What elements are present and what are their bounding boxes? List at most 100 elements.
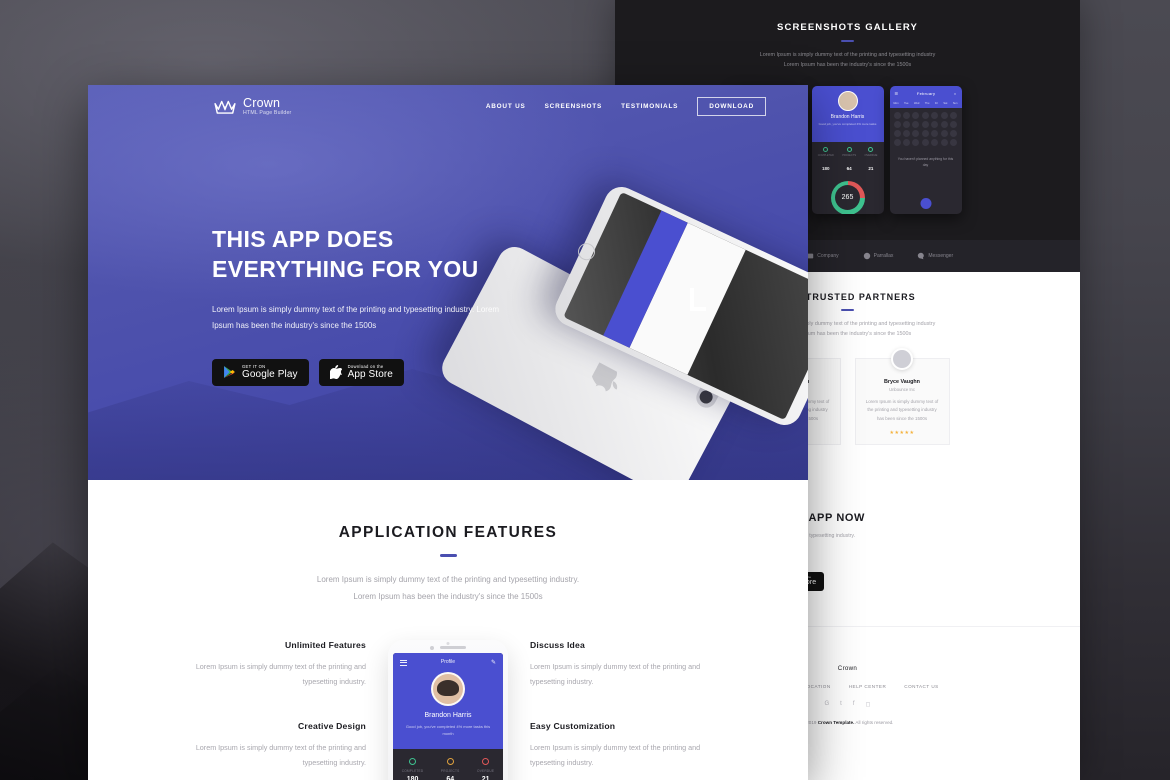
feature-title: Unlimited Features [285, 639, 366, 650]
edit-pencil-icon[interactable]: ✎ [491, 659, 496, 666]
features-heading: APPLICATION FEATURES Lorem Ipsum is simp… [88, 524, 808, 606]
google-play-icon [224, 366, 235, 379]
feature-unlimited-features: Unlimited Features Lorem Ipsum is simply… [176, 640, 366, 689]
calendar-day[interactable] [921, 120, 929, 128]
weekday: Wed [913, 101, 920, 105]
calendar-day[interactable] [902, 111, 910, 119]
testimonial-text: Lorem Ipsum is simply dummy text of the … [865, 398, 939, 422]
calendar-day[interactable] [912, 129, 920, 137]
calendar-day[interactable] [902, 138, 910, 146]
phone3-fab-button[interactable] [920, 197, 931, 209]
nav-item-about-us[interactable]: ABOUT US [486, 103, 526, 110]
feature-text: Lorem Ipsum is simply dummy text of the … [530, 661, 701, 686]
stat-value: 64 [846, 165, 852, 171]
stat-label: COMPLETED [817, 153, 834, 157]
gallery-phone-2[interactable]: Brandon Harris Good job, you've complete… [811, 85, 884, 214]
instagram-icon[interactable]: ◻ [866, 701, 871, 708]
badge-big-text: Google Play [242, 369, 298, 381]
stat-label: OVERDUE [477, 768, 495, 773]
hero-paragraph: Lorem Ipsum is simply dummy text of the … [212, 304, 500, 331]
calendar-day[interactable] [893, 138, 901, 146]
hero-section: Crown HTML Page Builder ABOUT US SCREENS… [88, 85, 808, 480]
calendar-day[interactable] [893, 120, 901, 128]
calendar-day[interactable] [931, 129, 939, 137]
phone2-avatar [837, 90, 858, 111]
phone2-stat: OVERDUE 21 [864, 146, 877, 175]
calendar-day[interactable] [931, 138, 939, 146]
footer-link-contact-us[interactable]: CONTACT US [904, 684, 938, 689]
logo-parrallax[interactable]: Parrallax [863, 252, 893, 260]
google-play-badge[interactable]: GET IT ON Google Play [212, 358, 309, 387]
foreground-page-panel[interactable]: Crown HTML Page Builder ABOUT US SCREENS… [88, 85, 808, 780]
stat-dot-icon [409, 757, 417, 765]
phone3-header-label: February [916, 91, 936, 97]
twitter-icon[interactable]: t [840, 701, 842, 708]
stat-label: COMPLETED [401, 768, 424, 773]
brand-name: Crown [243, 96, 281, 110]
features-sub-line2: Lorem Ipsum has been the industry's sinc… [353, 592, 543, 602]
hero-badge-row: GET IT ON Google Play Download on the Ap… [212, 358, 512, 387]
testimonial-card[interactable]: Bryce Vaughn Unbounce Inc Lorem Ipsum is… [854, 347, 950, 445]
calendar-day[interactable] [912, 138, 920, 146]
google-plus-icon[interactable]: G [825, 701, 830, 708]
calendar-day[interactable] [902, 120, 910, 128]
calendar-day[interactable] [912, 120, 920, 128]
calendar-day[interactable] [921, 111, 929, 119]
badge-big-text: App Store [347, 369, 393, 381]
nav-item-testimonials[interactable]: TESTIMONIALS [621, 103, 678, 110]
nav-item-screenshots[interactable]: SCREENSHOTS [545, 103, 602, 110]
phone3-menu-icon: ☰ [894, 91, 899, 97]
copyright-post: All rights reserved. [854, 719, 894, 725]
calendar-day[interactable] [950, 138, 958, 146]
feature-text: Lorem Ipsum is simply dummy text of the … [195, 661, 366, 686]
phone2-stat: COMPLETED 180 [817, 146, 834, 175]
phone2-ring-value: 265 [835, 185, 860, 211]
gallery-phone-3[interactable]: ☰ February ○ Mon Tue Wed Thu Fri Sat Sun [889, 85, 962, 214]
profile-user-name: Brandon Harris [424, 711, 472, 719]
logo-messenger[interactable]: Messenger [917, 252, 953, 260]
phone3-header: ☰ February ○ [889, 85, 962, 102]
hero-phone-mockups [436, 180, 808, 480]
calendar-day[interactable] [912, 111, 920, 119]
logo-company[interactable]: Company [806, 252, 839, 260]
weekday: Mon [893, 101, 899, 105]
stat-dot-icon [446, 757, 454, 765]
stat-label: PROJECTS [842, 153, 857, 157]
phone2-user-desc: Good job, you've completed 4% more tasks [818, 121, 877, 126]
calendar-day[interactable] [902, 129, 910, 137]
calendar-day[interactable] [940, 111, 948, 119]
phone3-calendar-grid[interactable] [890, 108, 962, 150]
app-store-badge[interactable]: Download on the App Store [318, 358, 404, 387]
weekday: Sat [943, 101, 948, 105]
brand-tagline: HTML Page Builder [243, 110, 292, 117]
facebook-icon[interactable]: f [853, 701, 855, 708]
nav-download-button[interactable]: DOWNLOAD [697, 97, 766, 117]
calendar-day[interactable] [940, 138, 948, 146]
hamburger-menu-icon[interactable] [400, 659, 407, 668]
calendar-day[interactable] [950, 120, 958, 128]
brand-logo[interactable]: Crown HTML Page Builder [214, 96, 292, 117]
calendar-day[interactable] [940, 129, 948, 137]
phone2-profile-header: Brandon Harris Good job, you've complete… [811, 85, 884, 142]
calendar-day[interactable] [893, 129, 901, 137]
calendar-day[interactable] [950, 111, 958, 119]
calendar-day[interactable] [940, 120, 948, 128]
feature-easy-customization: Easy Customization Lorem Ipsum is simply… [530, 721, 720, 770]
stat-dot-icon [823, 146, 829, 152]
calendar-day[interactable] [931, 111, 939, 119]
calendar-day[interactable] [893, 111, 901, 119]
gallery-subtitle-line1: Lorem Ipsum is simply dummy text of the … [759, 52, 936, 58]
logo-label: Messenger [928, 253, 954, 259]
calendar-day[interactable] [931, 120, 939, 128]
calendar-day[interactable] [921, 129, 929, 137]
footer-link-help-center[interactable]: HELP CENTER [849, 684, 887, 689]
avatar [891, 347, 913, 370]
calendar-day[interactable] [921, 138, 929, 146]
hero-copy: THIS APP DOES EVERYTHING FOR YOU Lorem I… [212, 225, 512, 387]
phone2-user-name: Brandon Harris [830, 113, 865, 120]
calendar-day[interactable] [950, 129, 958, 137]
screen-title: Profile [440, 658, 456, 665]
parrallax-icon [863, 252, 870, 260]
stat-dot-icon [868, 146, 874, 152]
phone2-stats-row: COMPLETED 180 PROJECTS 64 OVERDUE 21 [812, 142, 884, 177]
